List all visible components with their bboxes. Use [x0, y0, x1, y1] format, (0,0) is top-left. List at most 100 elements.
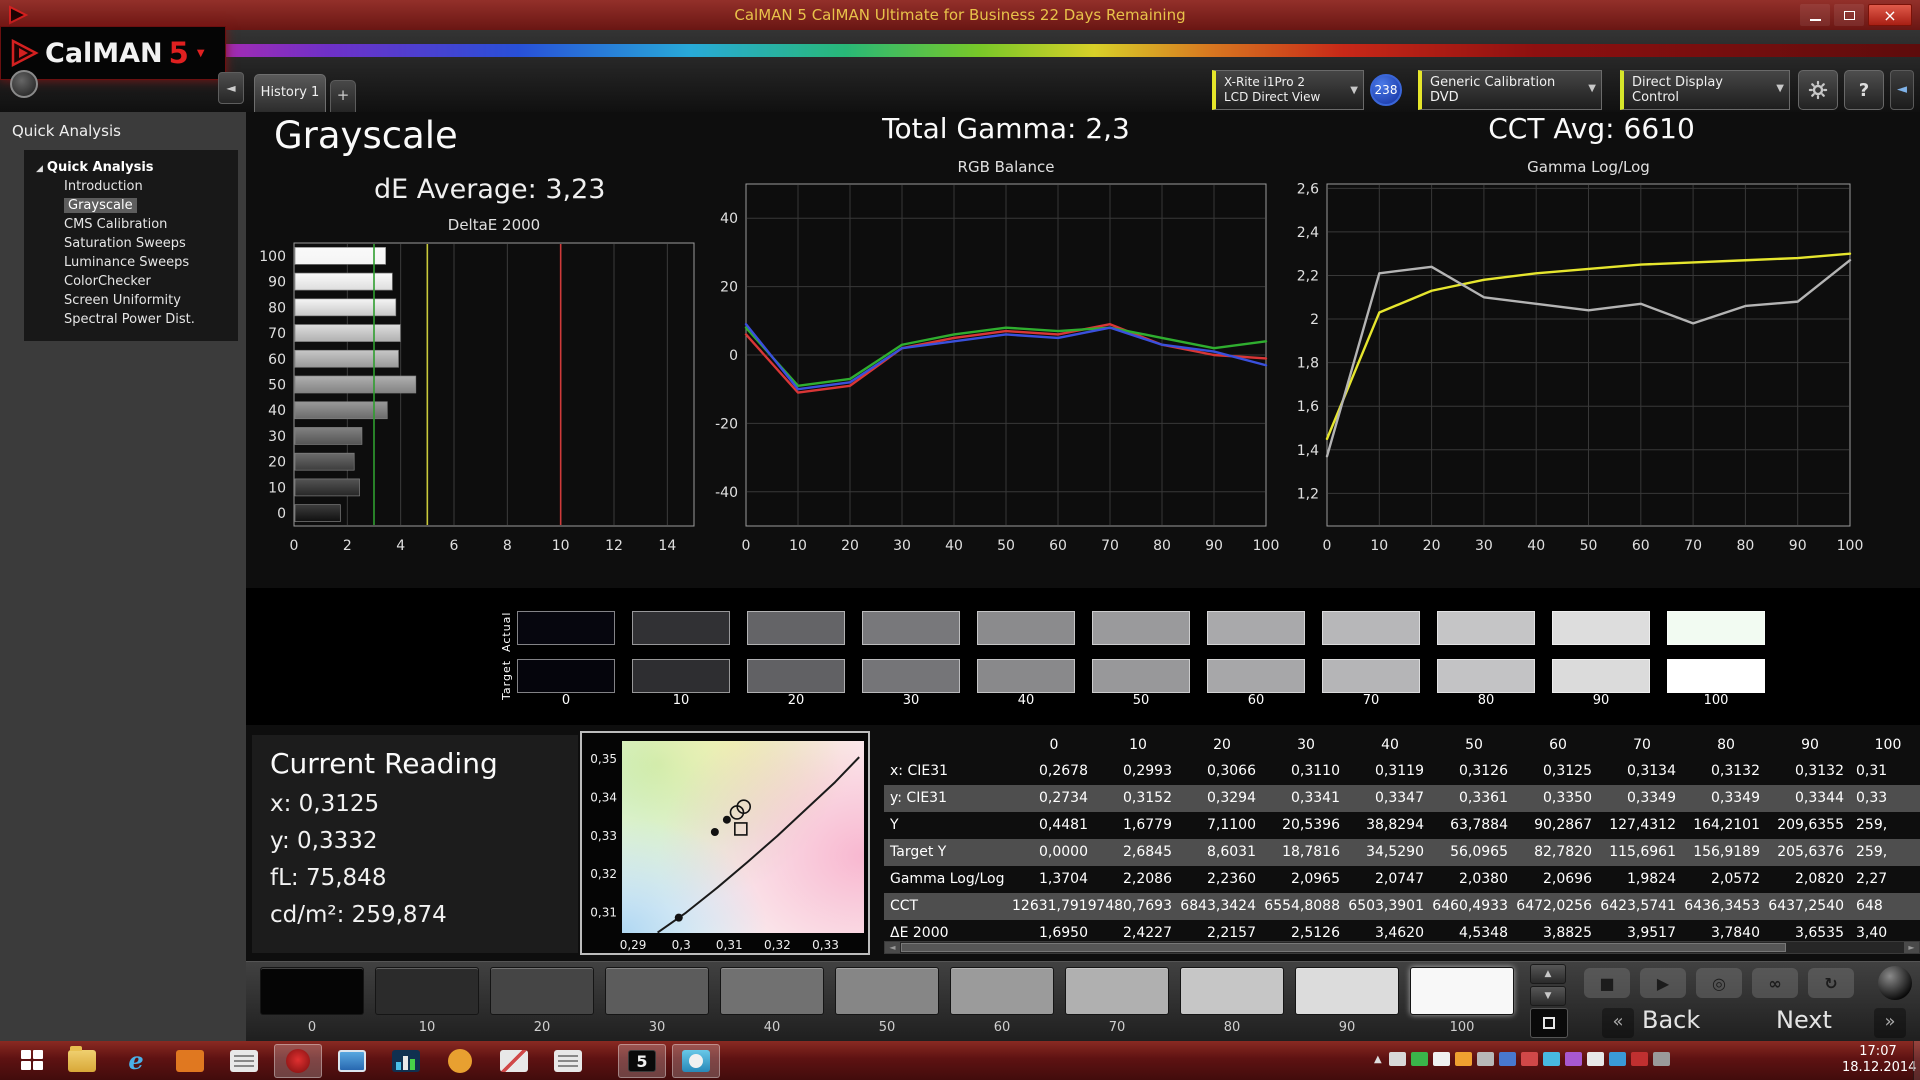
taskbar-icon-internet-explorer[interactable]: e	[112, 1044, 160, 1078]
tree-root-quick-analysis[interactable]: ◢ Quick Analysis	[24, 158, 238, 177]
settings-button[interactable]	[1798, 70, 1838, 110]
table-row-label: Y	[890, 817, 899, 833]
sidebar-item-luminance-sweeps[interactable]: Luminance Sweeps	[24, 253, 238, 272]
taskbar-icon-chart-app[interactable]	[382, 1044, 430, 1078]
tray-icon-3[interactable]	[1432, 1052, 1450, 1066]
tab-history-1[interactable]: History 1	[254, 74, 326, 112]
help-button[interactable]: ?	[1844, 70, 1884, 110]
display-control-dropdown[interactable]: Direct Display Control ▼	[1620, 70, 1790, 110]
sidebar-item-grayscale[interactable]: Grayscale	[24, 196, 238, 215]
page-title: Grayscale	[274, 114, 458, 157]
sphere-button[interactable]	[1878, 966, 1912, 1000]
table-cell: 0,3294	[1207, 790, 1256, 806]
panel-collapse-button[interactable]: ◄	[1890, 70, 1914, 110]
tray-icon-11[interactable]	[1608, 1052, 1626, 1066]
back-button[interactable]: Back	[1642, 1006, 1700, 1034]
maximize-button[interactable]	[1834, 4, 1864, 26]
level-button-40[interactable]	[720, 967, 824, 1015]
level-button-20[interactable]	[490, 967, 594, 1015]
pattern-window-button[interactable]	[1530, 1008, 1568, 1038]
sidebar-item-spectral-power-dist-[interactable]: Spectral Power Dist.	[24, 310, 238, 329]
taskbar-icon-editor-app[interactable]	[544, 1044, 592, 1078]
tray-expand-icon[interactable]: ▲	[1374, 1054, 1382, 1065]
taskbar-icon-photo-viewer-app[interactable]	[672, 1044, 720, 1078]
svg-text:2,4: 2,4	[1297, 225, 1319, 241]
tray-icon-9[interactable]	[1564, 1052, 1582, 1066]
next-chevron-button[interactable]: »	[1874, 1008, 1906, 1038]
level-button-30[interactable]	[605, 967, 709, 1015]
level-button-100[interactable]	[1410, 967, 1514, 1015]
level-button-70[interactable]	[1065, 967, 1169, 1015]
tray-icon-8[interactable]	[1542, 1052, 1560, 1066]
tray-icon-2[interactable]	[1410, 1052, 1428, 1066]
measurement-table: 0 10 20 30 40 50 60 70 80 90 100 x: CIE31 0,2678 0,29…	[884, 732, 1920, 941]
level-label: 20	[533, 1020, 551, 1035]
scrollbar-thumb[interactable]	[901, 943, 1786, 952]
level-button-60[interactable]	[950, 967, 1054, 1015]
tray-icon-1[interactable]	[1388, 1052, 1406, 1066]
taskbar-apps: e5	[58, 1043, 720, 1079]
sidebar-item-screen-uniformity[interactable]: Screen Uniformity	[24, 291, 238, 310]
next-button[interactable]: Next	[1776, 1006, 1832, 1034]
tray-icon-7[interactable]	[1520, 1052, 1538, 1066]
scroll-right-icon[interactable]: ►	[1904, 942, 1919, 953]
close-button[interactable]: ×	[1868, 4, 1912, 26]
read-once-button[interactable]: ▶	[1640, 968, 1686, 998]
tray-icon-4[interactable]	[1454, 1052, 1472, 1066]
sidebar-collapse-button[interactable]: ◄	[218, 72, 244, 104]
table-cell: 2,4227	[1123, 925, 1172, 941]
level-button-50[interactable]	[835, 967, 939, 1015]
table-horizontal-scrollbar[interactable]: ◄ ►	[884, 941, 1920, 954]
tray-icon-6[interactable]	[1498, 1052, 1516, 1066]
show-desktop-button[interactable]	[1913, 1041, 1920, 1080]
tray-icon-5[interactable]	[1476, 1052, 1494, 1066]
meter-badge[interactable]: 238	[1370, 74, 1402, 106]
minimize-button[interactable]	[1800, 4, 1830, 26]
table-cell: 2,0820	[1795, 871, 1844, 887]
source-dropdown[interactable]: Generic Calibration DVD ▼	[1418, 70, 1602, 110]
measure-button[interactable]: ◎	[1696, 968, 1742, 998]
svg-text:8: 8	[503, 538, 512, 554]
taskbar-icon-calman-app[interactable]: 5	[618, 1044, 666, 1078]
chart-app-icon	[392, 1050, 420, 1072]
level-button-0[interactable]	[260, 967, 364, 1015]
levels-scroll-up-button[interactable]: ▲	[1530, 964, 1566, 984]
taskbar-icon-notepad[interactable]	[220, 1044, 268, 1078]
sidebar-item-saturation-sweeps[interactable]: Saturation Sweeps	[24, 234, 238, 253]
taskbar-icon-paint-app[interactable]	[490, 1044, 538, 1078]
table-cell: 3,8825	[1543, 925, 1592, 941]
taskbar-icon-dragon-app[interactable]	[274, 1044, 322, 1078]
taskbar-icon-browser-app[interactable]	[436, 1044, 484, 1078]
calman-logo[interactable]: CalMAN 5 ▼	[0, 26, 226, 80]
refresh-button[interactable]: ↻	[1808, 968, 1854, 998]
tray-icon-13[interactable]	[1652, 1052, 1670, 1066]
levels-scroll-down-button[interactable]: ▼	[1530, 986, 1566, 1006]
taskbar-icon-orange-app[interactable]	[166, 1044, 214, 1078]
taskbar-icon-screen-share-app[interactable]	[328, 1044, 376, 1078]
tray-icon-12[interactable]	[1630, 1052, 1648, 1066]
read-continuous-button[interactable]: ∞	[1752, 968, 1798, 998]
taskbar-clock[interactable]: 17:07 18.12.2014	[1842, 1044, 1916, 1076]
reading-y: y: 0,3332	[270, 828, 378, 854]
tray-icon-10[interactable]	[1586, 1052, 1604, 1066]
sidebar-item-introduction[interactable]: Introduction	[24, 177, 238, 196]
start-button[interactable]	[8, 1044, 56, 1076]
table-row: x: CIE31 0,2678 0,2993 0,3066 0,3110 0,3119 0,…	[884, 758, 1920, 785]
back-chevron-button[interactable]: «	[1602, 1008, 1634, 1038]
level-button-10[interactable]	[375, 967, 479, 1015]
taskbar-icon-file-explorer[interactable]	[58, 1044, 106, 1078]
rainbow-strip	[0, 44, 1920, 57]
table-cell: 7480,7693	[1096, 898, 1172, 914]
grayscale-swatch-target-100	[1667, 659, 1765, 693]
swatch-level-label: 60	[1247, 693, 1265, 708]
scroll-left-icon[interactable]: ◄	[885, 942, 900, 953]
level-button-90[interactable]	[1295, 967, 1399, 1015]
sidebar-item-colorchecker[interactable]: ColorChecker	[24, 272, 238, 291]
stop-button[interactable]: ■	[1584, 968, 1630, 998]
level-button-80[interactable]	[1180, 967, 1284, 1015]
add-tab-button[interactable]: +	[330, 80, 356, 112]
table-cell: 0,3349	[1711, 790, 1760, 806]
sidebar-item-cms-calibration[interactable]: CMS Calibration	[24, 215, 238, 234]
meter-dropdown[interactable]: X-Rite i1Pro 2 LCD Direct View ▼	[1212, 70, 1364, 110]
aperture-button[interactable]	[10, 70, 38, 98]
